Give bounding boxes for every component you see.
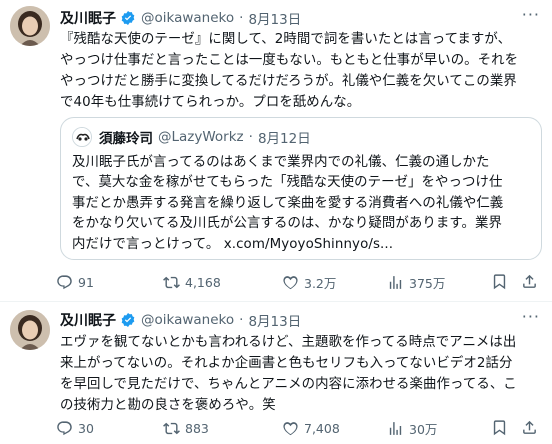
- tweet[interactable]: 及川眠子 @oikawaneko · 8月13日 ··· エヴァを観てないとかも…: [0, 302, 552, 444]
- views-count: 30万: [409, 421, 438, 437]
- views-icon: [389, 275, 402, 289]
- avatar[interactable]: [10, 6, 50, 46]
- author-handle[interactable]: @oikawaneko: [141, 10, 234, 26]
- retweet-button[interactable]: 883: [163, 418, 209, 438]
- retweet-count: 4,168: [185, 274, 221, 290]
- bookmark-button[interactable]: [491, 419, 508, 440]
- share-icon: [523, 420, 536, 434]
- reply-button[interactable]: 30: [56, 418, 94, 438]
- separator-dot: ·: [248, 129, 253, 145]
- quoted-date[interactable]: 8月12日: [258, 127, 311, 147]
- more-icon[interactable]: ···: [522, 309, 540, 325]
- quoted-author-handle[interactable]: @LazyWorkz: [158, 129, 244, 145]
- retweet-icon: [163, 422, 180, 434]
- tweet-text: エヴァを観てないとかも言われるけど、主題歌を作ってる時点でアニメは出 来上がって…: [60, 335, 517, 413]
- share-icon: [523, 274, 536, 288]
- retweet-icon: [163, 276, 180, 288]
- quoted-link[interactable]: x.com/MyoyoShinnyo/s...: [224, 237, 393, 252]
- avatar[interactable]: [10, 310, 50, 350]
- quoted-author-name[interactable]: 須藤玲司: [99, 127, 153, 147]
- tweet-date[interactable]: 8月13日: [248, 310, 301, 330]
- reply-button[interactable]: 91: [56, 272, 94, 292]
- retweet-button[interactable]: 4,168: [163, 272, 221, 292]
- tweet-text: 『残酷な天使のテーゼ』に関して、2時間で詞を書いたとは言ってますが、 やっつけ仕…: [60, 32, 519, 110]
- action-bar: 30 883 7,408 30万: [56, 418, 542, 438]
- reply-icon: [57, 274, 72, 289]
- share-button[interactable]: [521, 273, 538, 294]
- like-icon: [283, 421, 298, 435]
- author-name[interactable]: 及川眠子: [60, 8, 116, 28]
- views-button[interactable]: 30万: [387, 418, 437, 438]
- verified-badge-icon: [120, 312, 136, 328]
- separator-dot: ·: [239, 10, 244, 26]
- bookmark-icon: [493, 274, 506, 290]
- quoted-tweet[interactable]: 須藤玲司 @LazyWorkz · 8月12日 及川眠子氏が言ってるのはあくまで…: [60, 117, 542, 260]
- like-button[interactable]: 7,408: [282, 418, 340, 438]
- views-icon: [389, 421, 402, 435]
- retweet-count: 883: [185, 420, 209, 436]
- author-handle[interactable]: @oikawaneko: [141, 312, 234, 328]
- views-count: 375万: [409, 275, 446, 291]
- author-name[interactable]: 及川眠子: [60, 310, 116, 330]
- like-count: 3.2万: [304, 275, 337, 291]
- reply-count: 30: [78, 420, 94, 436]
- like-icon: [283, 275, 298, 289]
- tweet-date[interactable]: 8月13日: [248, 8, 301, 28]
- bookmark-button[interactable]: [491, 273, 508, 294]
- reply-icon: [57, 420, 72, 435]
- action-bar: 91 4,168 3.2万 375万: [56, 272, 542, 292]
- bookmark-icon: [493, 420, 506, 436]
- quoted-avatar[interactable]: [72, 127, 92, 147]
- reply-count: 91: [78, 274, 94, 290]
- like-button[interactable]: 3.2万: [282, 272, 336, 292]
- separator-dot: ·: [239, 312, 244, 328]
- quoted-text: 及川眠子氏が言ってるのはあくまで業界内での礼儀、仁義の通しかた で、莫大な金を稼…: [72, 153, 534, 255]
- more-icon[interactable]: ···: [522, 7, 540, 23]
- tweet[interactable]: 及川眠子 @oikawaneko · 8月13日 ··· 『残酷な天使のテーゼ』…: [0, 0, 552, 300]
- share-button[interactable]: [521, 419, 538, 440]
- views-button[interactable]: 375万: [387, 272, 445, 292]
- like-count: 7,408: [304, 420, 340, 436]
- verified-badge-icon: [120, 10, 136, 26]
